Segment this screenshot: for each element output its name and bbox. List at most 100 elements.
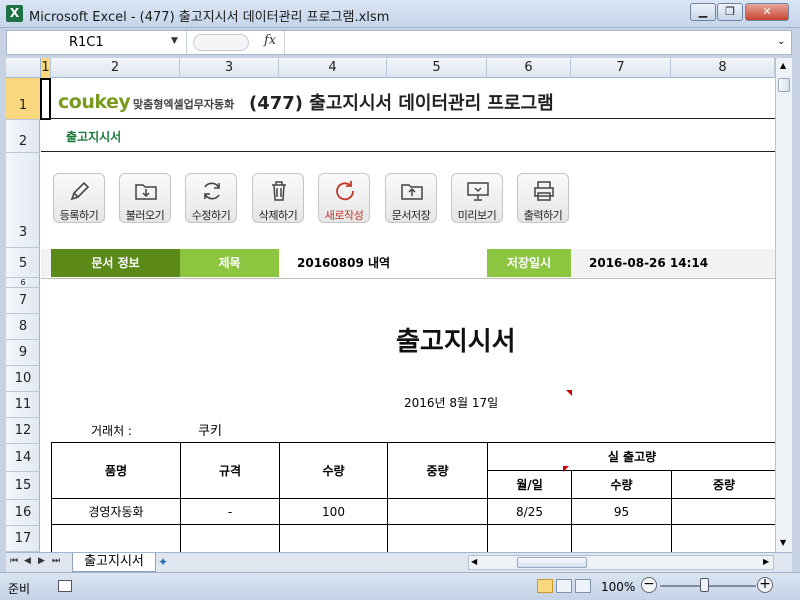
row-header[interactable]: 12 — [6, 418, 40, 444]
row-header[interactable]: 6 — [6, 278, 40, 288]
vertical-scroll-thumb[interactable] — [778, 78, 790, 92]
prev-sheet-icon[interactable]: ◀ — [24, 556, 31, 566]
coukey-logo: coukey — [58, 91, 131, 113]
table-cell[interactable]: - — [181, 499, 280, 525]
table-cell[interactable] — [672, 499, 775, 525]
zoom-in-button[interactable]: + — [757, 577, 773, 593]
row-header[interactable]: 11 — [6, 392, 40, 418]
scroll-left-icon[interactable]: ◀ — [471, 557, 477, 566]
trash-icon — [272, 181, 286, 201]
title-label: 제목 — [180, 249, 279, 277]
row-header[interactable]: 14 — [6, 444, 40, 472]
first-sheet-icon[interactable]: ⏮ — [10, 556, 18, 566]
vertical-scrollbar[interactable]: ▲ ▼ — [775, 58, 792, 552]
document-date[interactable]: 2016년 8월 17일 — [404, 394, 498, 411]
row-header[interactable]: 10 — [6, 366, 40, 392]
page-layout-view-button[interactable] — [556, 579, 572, 593]
sheet-tab-bar: ⏮ ◀ ▶ ⏭ 출고지시서 ✦ ◀ ▶ — [6, 552, 792, 572]
zoom-slider-thumb[interactable] — [700, 578, 709, 592]
column-header[interactable]: 4 — [279, 58, 387, 78]
table-cell[interactable]: 95 — [572, 499, 672, 525]
row-header[interactable]: 5 — [6, 248, 40, 278]
table-cell[interactable] — [280, 525, 388, 552]
program-title: (477) 출고지시서 데이터관리 프로그램 — [249, 93, 554, 114]
row-header[interactable]: 1 — [6, 78, 40, 120]
doc-info-label: 문서 정보 — [51, 249, 180, 277]
scroll-down-icon[interactable]: ▼ — [780, 538, 786, 547]
column-header[interactable]: 1 — [41, 58, 51, 78]
table-cell[interactable] — [672, 525, 775, 552]
header-date: 월/일 — [488, 471, 572, 499]
row-header[interactable]: 16 — [6, 500, 40, 526]
row-header[interactable]: 3 — [6, 153, 40, 248]
table-cell[interactable]: 100 — [280, 499, 388, 525]
row-header[interactable]: 8 — [6, 314, 40, 340]
print-button[interactable]: 출력하기 — [517, 173, 569, 223]
insert-function-icon[interactable]: fx — [264, 33, 276, 48]
table-cell[interactable]: 경영자동화 — [52, 499, 181, 525]
excel-app-icon[interactable]: X — [6, 5, 23, 22]
zoom-level[interactable]: 100% — [601, 580, 635, 594]
formula-input[interactable] — [285, 31, 775, 54]
formula-pill[interactable] — [193, 34, 249, 51]
insert-sheet-icon[interactable]: ✦ — [158, 555, 188, 571]
window-title: Microsoft Excel - (477) 출고지시서 데이터관리 프로그램… — [29, 10, 390, 25]
button-label: 수정하기 — [191, 209, 231, 222]
table-cell[interactable]: 8/25 — [488, 499, 572, 525]
select-all-corner[interactable] — [6, 58, 41, 78]
column-header[interactable]: 7 — [571, 58, 671, 78]
table-cell[interactable] — [572, 525, 672, 552]
table-cell[interactable] — [181, 525, 280, 552]
preview-button[interactable]: 미리보기 — [451, 173, 503, 223]
delete-button[interactable]: 삭제하기 — [252, 173, 304, 223]
column-header[interactable]: 8 — [671, 58, 775, 78]
column-header[interactable]: 5 — [387, 58, 487, 78]
row-header[interactable]: 9 — [6, 340, 40, 366]
column-header[interactable]: 2 — [51, 58, 180, 78]
comment-indicator[interactable] — [566, 390, 572, 396]
title-value[interactable]: 20160809 내역 — [279, 249, 487, 277]
info-divider — [41, 278, 775, 279]
load-button[interactable]: 불러오기 — [119, 173, 171, 223]
column-header[interactable]: 6 — [487, 58, 571, 78]
last-sheet-icon[interactable]: ⏭ — [52, 556, 60, 566]
horizontal-scrollbar[interactable]: ◀ ▶ — [468, 555, 774, 570]
logo-tagline: 맞춤형엑셀업무자동화 — [133, 98, 235, 111]
register-button[interactable]: 등록하기 — [53, 173, 105, 223]
title-bar: X Microsoft Excel - (477) 출고지시서 데이터관리 프로… — [0, 0, 800, 28]
active-cell-cursor[interactable] — [40, 78, 51, 120]
restore-button[interactable]: ❐ — [717, 3, 743, 21]
table-cell[interactable] — [52, 525, 181, 552]
column-header[interactable]: 3 — [180, 58, 279, 78]
row-header[interactable]: 15 — [6, 472, 40, 500]
edit-button[interactable]: 수정하기 — [185, 173, 237, 223]
row-header[interactable]: 7 — [6, 288, 40, 314]
table-cell[interactable] — [388, 499, 488, 525]
comment-indicator[interactable] — [563, 466, 569, 472]
scroll-up-icon[interactable]: ▲ — [780, 61, 786, 70]
normal-view-button[interactable] — [537, 579, 553, 593]
client-value[interactable]: 쿠키 — [198, 420, 222, 439]
save-document-button[interactable]: 문서저장 — [385, 173, 437, 223]
spreadsheet-grid[interactable]: 1 2 3 4 5 6 7 8 1 2 3 5 6 7 8 9 10 11 12… — [6, 58, 775, 552]
saved-date-value[interactable]: 2016-08-26 14:14 — [571, 249, 775, 277]
minimize-button[interactable]: ▁ — [690, 3, 716, 21]
chevron-down-icon[interactable]: ▼ — [171, 36, 178, 46]
row-header[interactable]: 2 — [6, 120, 40, 153]
new-document-button[interactable]: 새로작성 — [318, 173, 370, 223]
sheet-tab-active[interactable]: 출고지시서 — [72, 553, 156, 572]
button-label: 출력하기 — [523, 209, 563, 222]
macro-record-icon[interactable] — [58, 580, 72, 592]
zoom-out-button[interactable]: − — [641, 577, 657, 593]
horizontal-scroll-thumb[interactable] — [517, 557, 587, 568]
row-header[interactable]: 17 — [6, 526, 40, 552]
scroll-right-icon[interactable]: ▶ — [763, 557, 769, 566]
expand-formula-icon[interactable]: ⌄ — [777, 36, 785, 47]
page-break-view-button[interactable] — [575, 579, 591, 593]
table-cell[interactable] — [388, 525, 488, 552]
next-sheet-icon[interactable]: ▶ — [38, 556, 45, 566]
name-box[interactable]: R1C1 — [7, 31, 187, 54]
close-button[interactable]: ✕ — [745, 3, 789, 21]
table-cell[interactable] — [488, 525, 572, 552]
formula-controls: fx — [187, 31, 285, 54]
